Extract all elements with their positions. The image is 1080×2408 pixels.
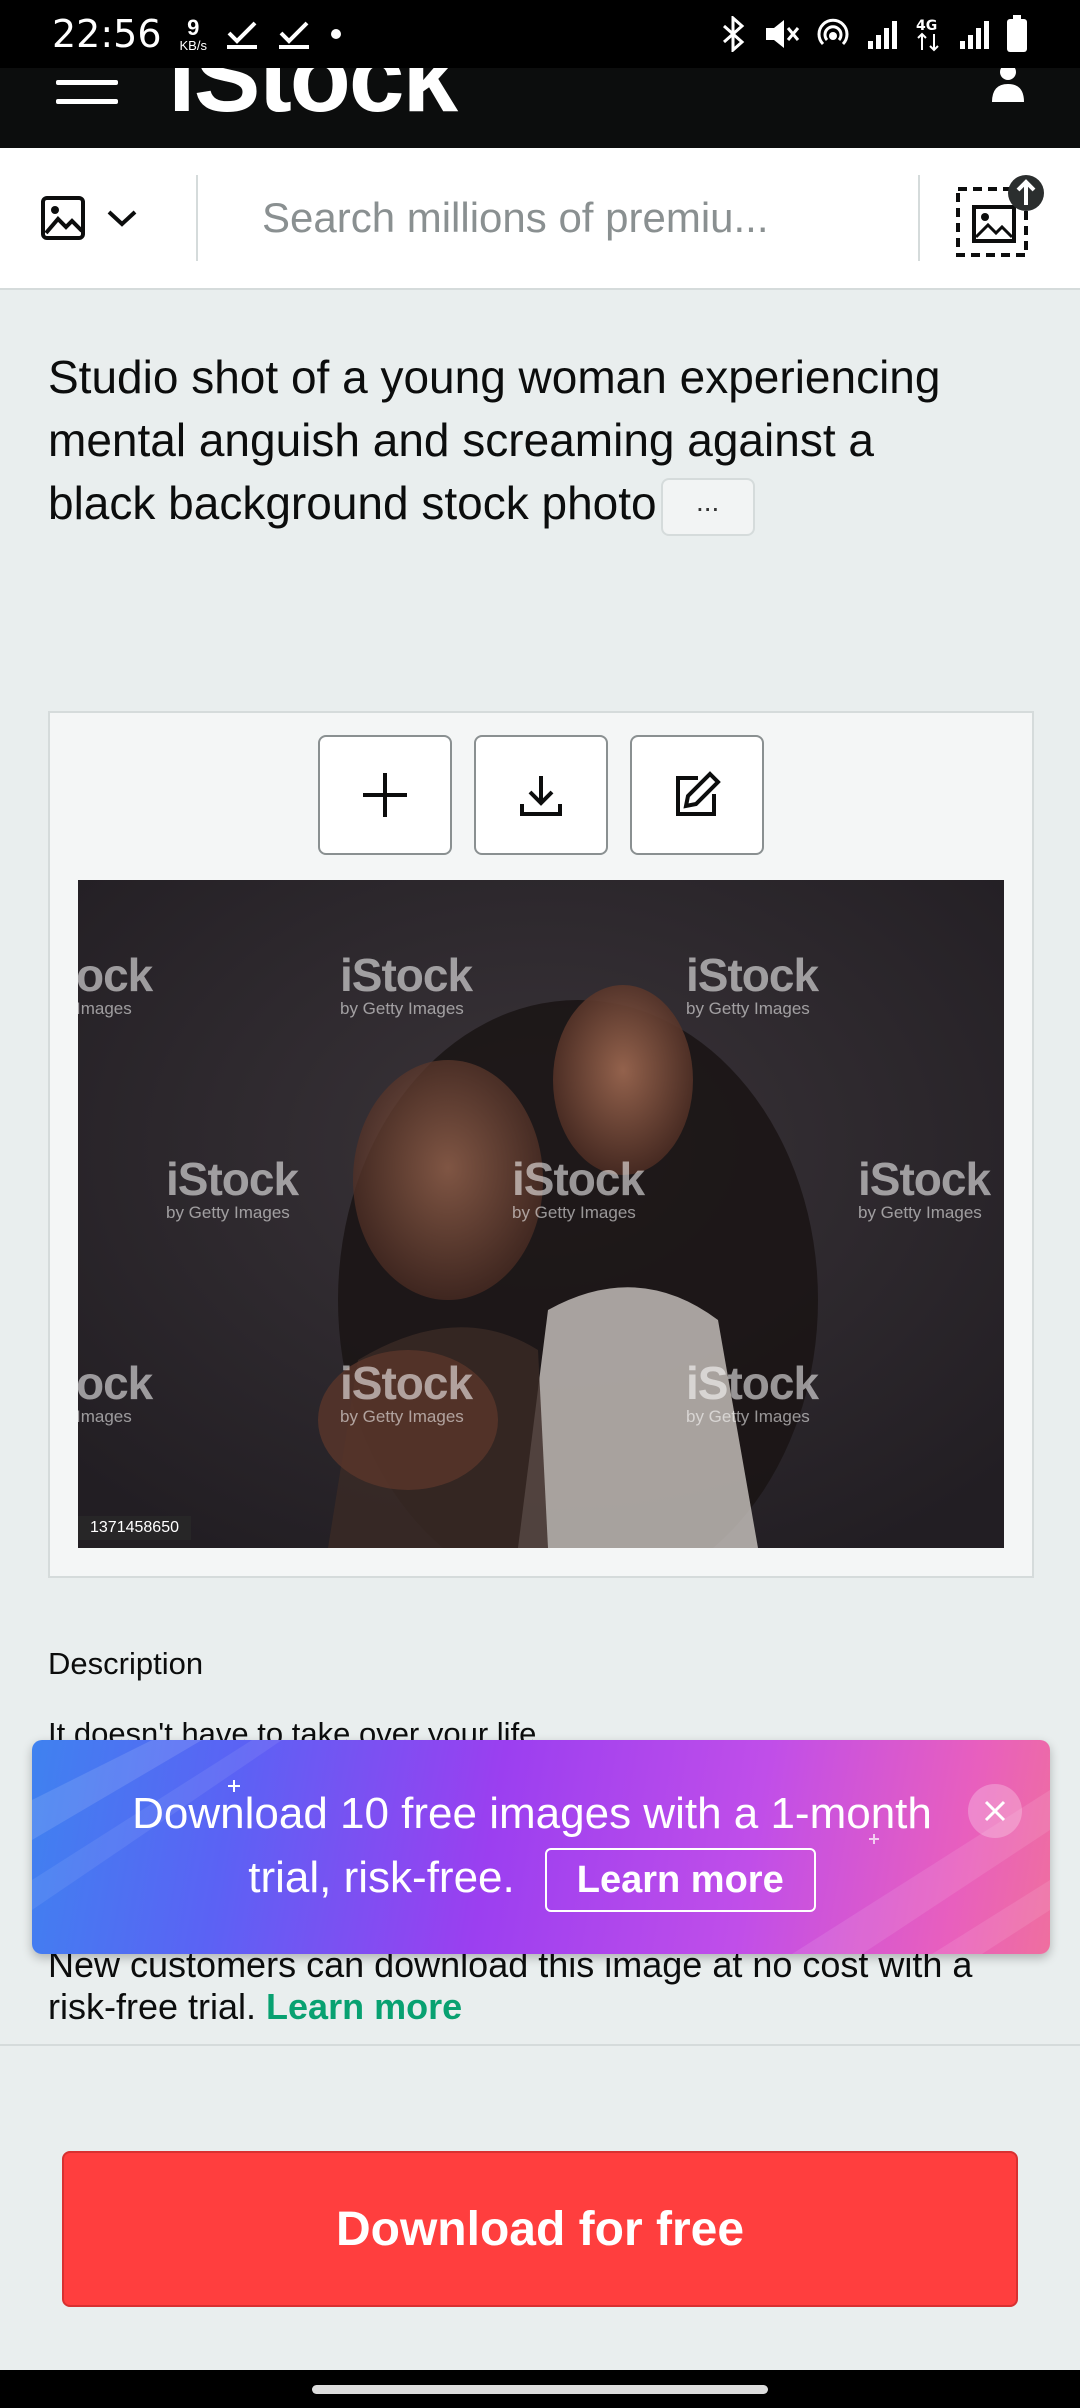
watermark: iStock by Getty Images bbox=[686, 1357, 819, 1426]
download-for-free-button[interactable]: Download for free bbox=[62, 2151, 1018, 2307]
istock-logo[interactable]: iStock bbox=[168, 68, 458, 135]
trial-learn-more-link[interactable]: Learn more bbox=[266, 1986, 462, 2027]
visual-search-button[interactable] bbox=[920, 175, 1080, 261]
mute-icon bbox=[766, 20, 800, 48]
download-comp-button[interactable] bbox=[474, 735, 608, 855]
net-speed-unit: KB/s bbox=[179, 37, 207, 53]
description-heading: Description bbox=[48, 1646, 204, 1681]
watermark: iStock by Getty Images bbox=[858, 1153, 991, 1222]
data-4g-icon: 4G bbox=[916, 18, 939, 52]
edit-icon bbox=[676, 771, 721, 816]
net-speed-value: 9 bbox=[187, 14, 200, 40]
signal-icon bbox=[960, 21, 989, 49]
home-gesture-handle[interactable] bbox=[312, 2385, 768, 2394]
status-time: 22:56 bbox=[52, 12, 162, 56]
watermark: iStock by Getty Images bbox=[166, 1153, 299, 1222]
battery-icon bbox=[1007, 15, 1027, 52]
watermark: iStock by Getty Images bbox=[340, 1357, 473, 1426]
image-actions bbox=[318, 735, 764, 855]
watermark: iStock by Getty Images bbox=[686, 949, 819, 1018]
system-nav-bar bbox=[0, 2370, 1080, 2408]
status-bar: 22:56 9 KB/s 4G bbox=[0, 0, 1080, 68]
image-icon bbox=[41, 196, 85, 240]
watermark: iStock by Getty Images bbox=[340, 949, 473, 1018]
chevron-down-icon bbox=[107, 210, 137, 227]
watermark: iStock by Getty Images bbox=[512, 1153, 645, 1222]
image-upload-icon bbox=[956, 175, 1044, 257]
search-type-selector[interactable] bbox=[0, 195, 196, 241]
user-icon[interactable] bbox=[988, 68, 1028, 102]
download-icon bbox=[520, 776, 562, 816]
watermark: ock Images bbox=[78, 949, 153, 1018]
promo-message: Download 10 free images with a 1-month t… bbox=[92, 1782, 972, 1912]
app-header: iStock bbox=[0, 68, 1080, 148]
signal-icon bbox=[868, 21, 897, 49]
promo-learn-more-button[interactable]: Learn more bbox=[544, 1848, 816, 1912]
stock-photo[interactable]: ock Images iStock by Getty Images iStock by… bbox=[78, 880, 1004, 1548]
page-title: Studio shot of a young woman experiencin… bbox=[48, 346, 948, 536]
watermark: ock Images bbox=[78, 1357, 153, 1426]
check-icon bbox=[278, 21, 309, 49]
hotspot-icon bbox=[817, 18, 849, 46]
close-promo-button[interactable] bbox=[968, 1784, 1022, 1838]
trial-text: New customers can download this image at… bbox=[48, 1944, 973, 2027]
bluetooth-icon bbox=[723, 16, 745, 52]
dot-icon bbox=[330, 29, 341, 39]
check-icon bbox=[226, 21, 257, 49]
title-text: Studio shot of a young woman experiencin… bbox=[48, 351, 941, 529]
search-bar bbox=[0, 148, 1080, 290]
image-card: ock Images iStock by Getty Images iStock by… bbox=[48, 711, 1034, 1578]
plus-icon bbox=[363, 773, 407, 817]
search-input[interactable] bbox=[198, 194, 918, 242]
net-speed: 9 KB/s bbox=[179, 14, 207, 53]
svg-text:4G: 4G bbox=[916, 18, 937, 34]
image-id-label: 1371458650 bbox=[78, 1516, 191, 1540]
more-options-button[interactable]: ... bbox=[660, 477, 755, 536]
edit-image-button[interactable] bbox=[630, 735, 764, 855]
close-icon bbox=[984, 1800, 1006, 1822]
trial-notice: New customers can download this image at… bbox=[48, 1944, 1028, 2028]
add-to-board-button[interactable] bbox=[318, 735, 452, 855]
menu-icon[interactable] bbox=[56, 80, 118, 104]
promo-banner: Download 10 free images with a 1-month t… bbox=[32, 1740, 1050, 1954]
